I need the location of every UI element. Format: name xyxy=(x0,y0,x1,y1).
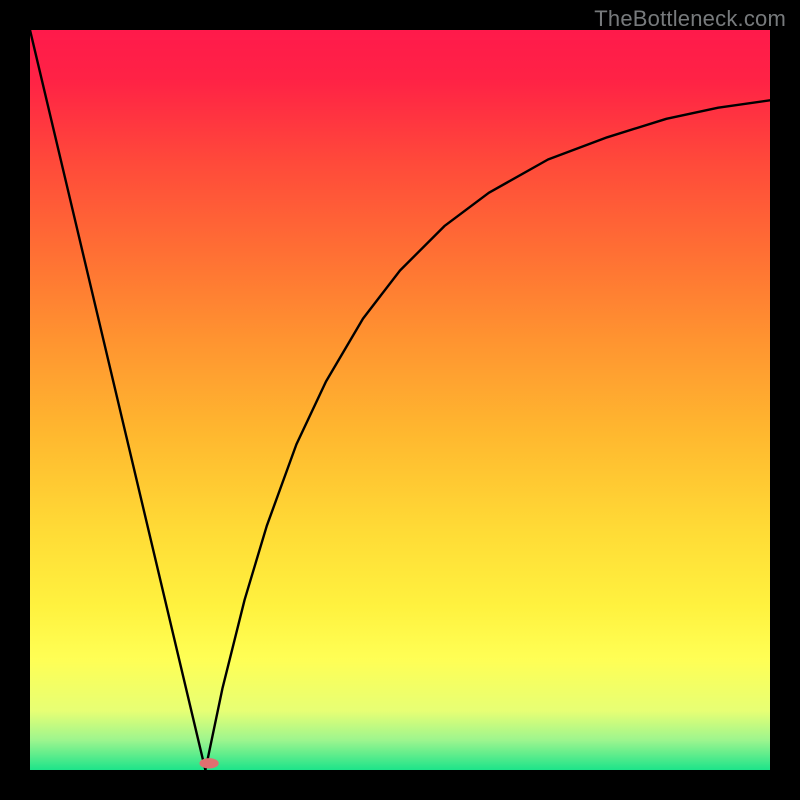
minimum-marker xyxy=(199,758,218,768)
chart-plot xyxy=(30,30,770,770)
minimum-marker-group xyxy=(199,758,218,768)
plot-background xyxy=(30,30,770,770)
watermark-text: TheBottleneck.com xyxy=(594,6,786,32)
chart-frame: TheBottleneck.com xyxy=(0,0,800,800)
